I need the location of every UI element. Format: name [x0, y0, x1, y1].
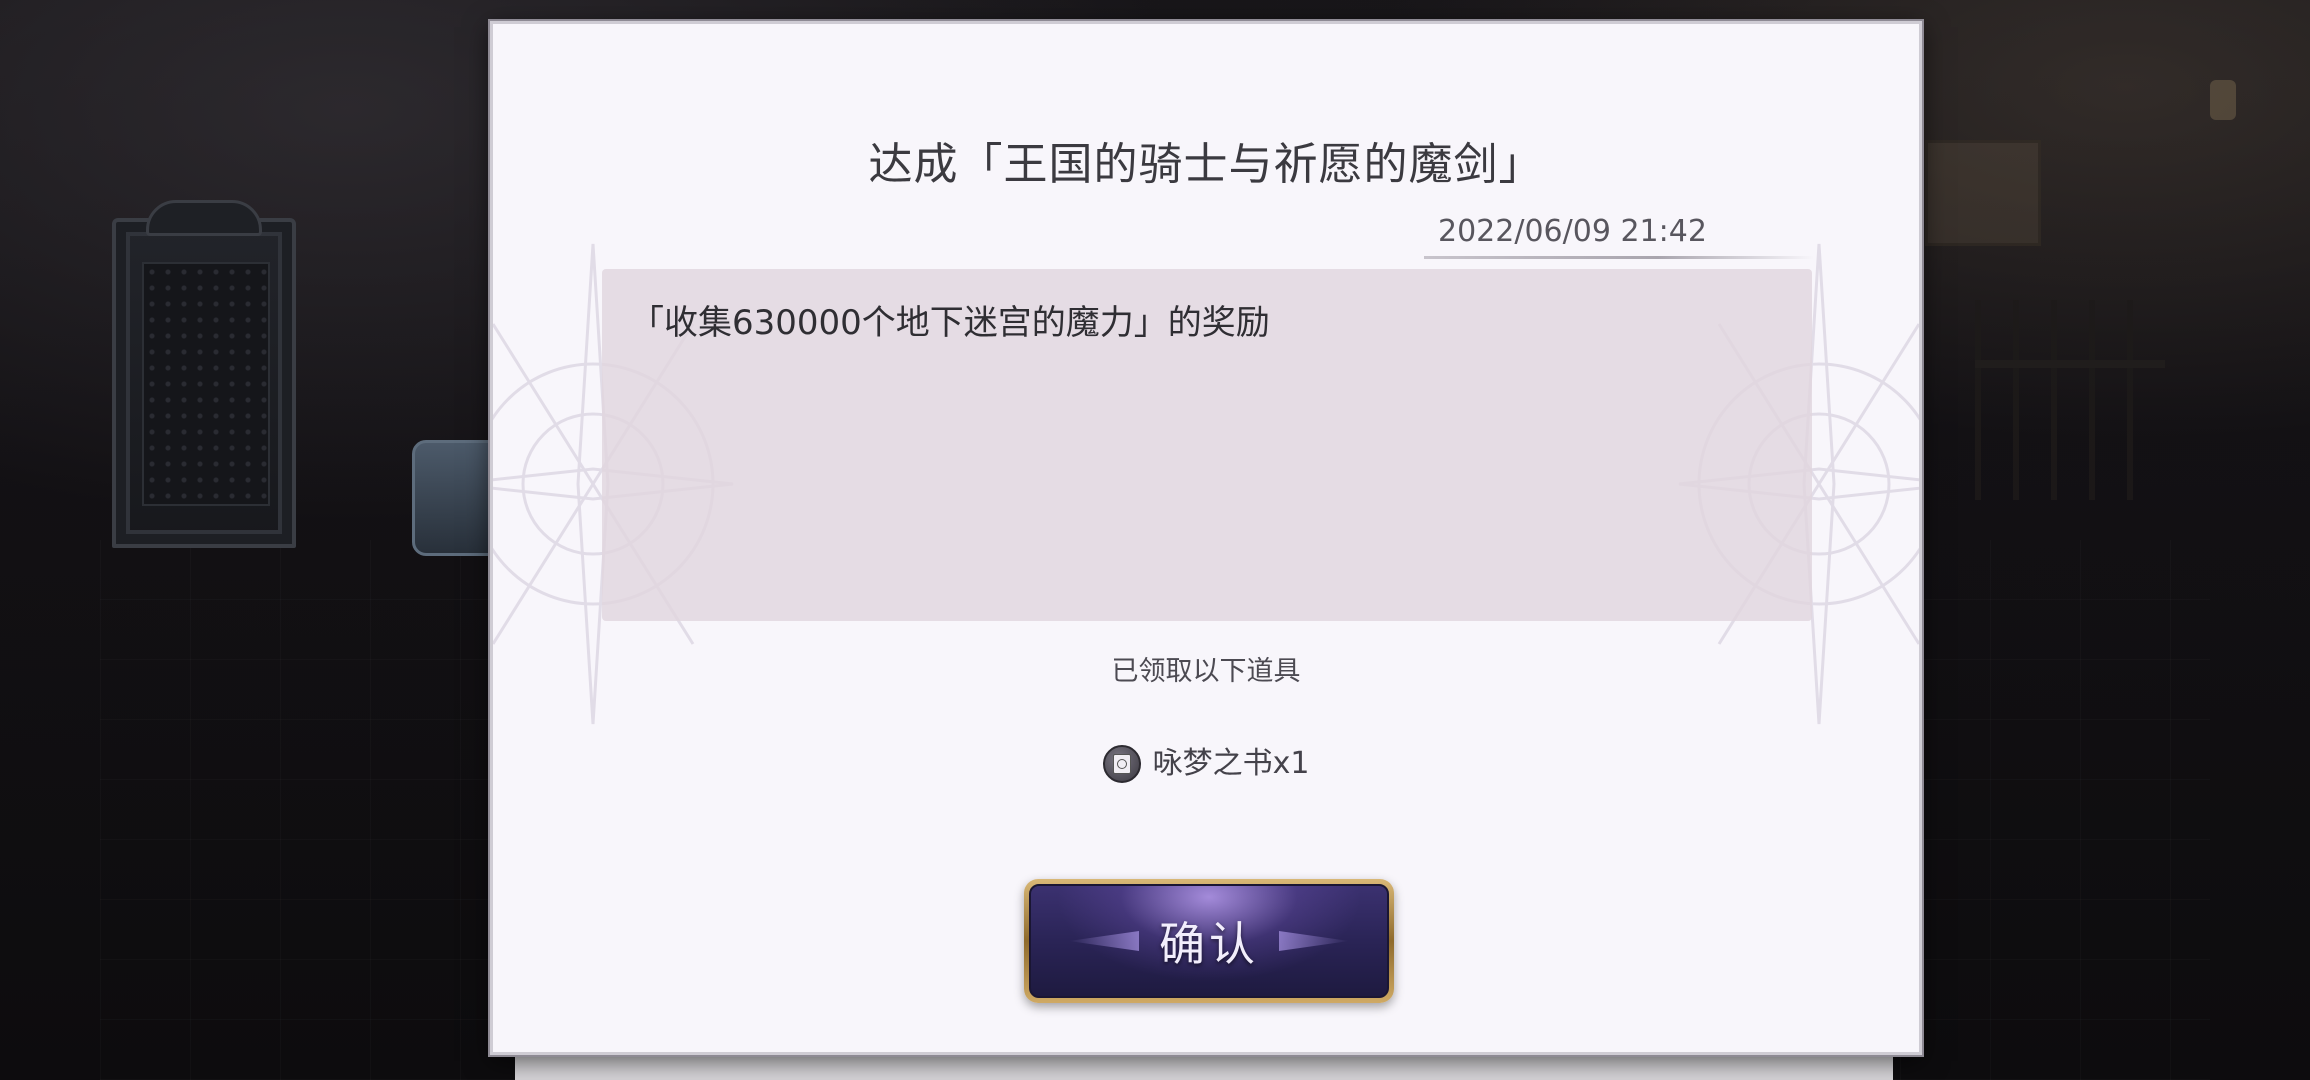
- timestamp: 2022/06/09 21:42: [1438, 214, 1707, 249]
- lamp-icon: [2210, 80, 2236, 120]
- message-text: 「收集630000个地下迷宫的魔力」的奖励: [630, 303, 1270, 343]
- list-item: 咏梦之书x1: [1102, 742, 1310, 786]
- window: [1925, 140, 2041, 246]
- iron-fence: [1975, 300, 2165, 500]
- confirm-button-label[interactable]: 确认: [1159, 908, 1259, 974]
- wardrobe-crest: [146, 200, 262, 236]
- wardrobe-panel: [142, 262, 270, 506]
- reward-list: 咏梦之书x1: [493, 742, 1919, 787]
- received-items-label: 已领取以下道具: [1111, 656, 1301, 687]
- wardrobe: [112, 200, 296, 548]
- fence-rail: [1975, 360, 2165, 368]
- button-ornament-left: [1069, 931, 1139, 951]
- reward-item-name: 咏梦之书x1: [1152, 746, 1310, 781]
- button-ornament-right: [1279, 931, 1349, 951]
- timestamp-underline: [1424, 256, 1814, 259]
- dialog-title: 达成「王国的骑士与祈愿的魔剑」: [868, 139, 1544, 190]
- reward-dialog: 达成「王国的骑士与祈愿的魔剑」 2022/06/09 21:42 「收集6300…: [490, 21, 1922, 1055]
- book-icon: [1102, 745, 1141, 783]
- message-box: 「收集630000个地下迷宫的魔力」的奖励: [602, 269, 1812, 621]
- confirm-button[interactable]: 确认: [1024, 879, 1394, 1003]
- confirm-button-face[interactable]: 确认: [1029, 884, 1389, 998]
